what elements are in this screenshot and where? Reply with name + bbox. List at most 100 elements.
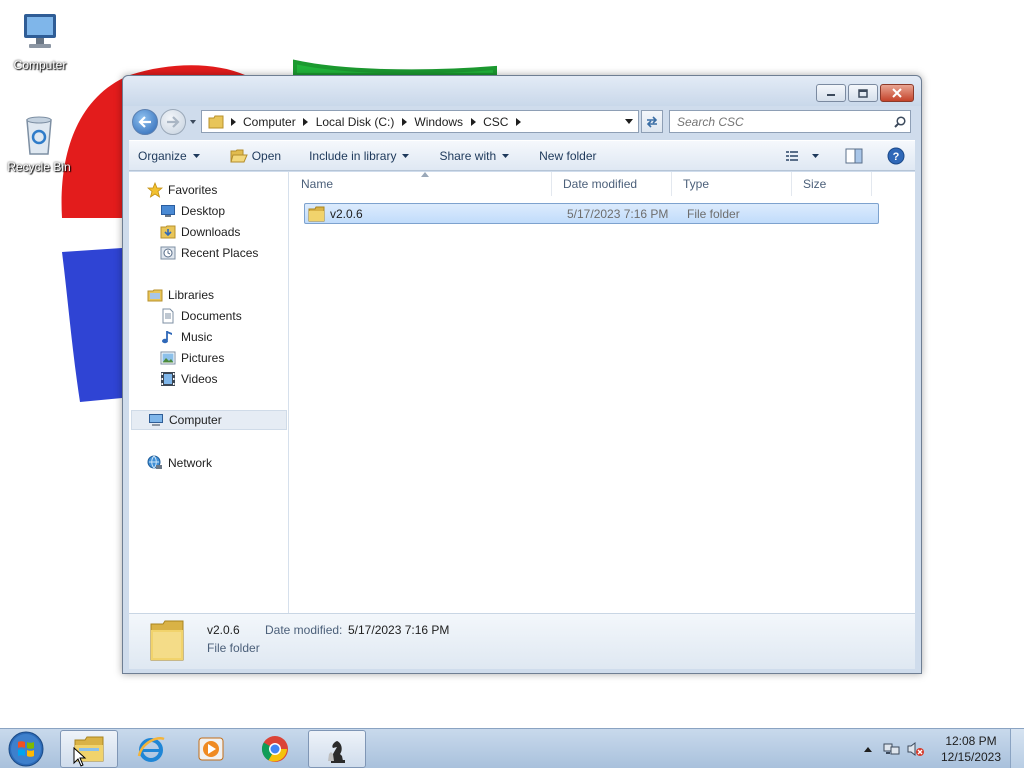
share-with-menu[interactable]: Share with xyxy=(430,141,518,170)
taskbar-internet-explorer[interactable] xyxy=(122,730,180,768)
search-box[interactable] xyxy=(669,110,911,133)
nav-network[interactable]: Network xyxy=(147,453,212,473)
maximize-button[interactable] xyxy=(848,84,878,102)
nav-downloads[interactable]: Downloads xyxy=(160,222,240,242)
chevron-right-icon[interactable] xyxy=(467,111,479,132)
refresh-icon xyxy=(646,115,658,128)
search-icon[interactable] xyxy=(890,115,910,128)
preview-pane-icon xyxy=(845,148,863,163)
address-history-dropdown[interactable] xyxy=(620,111,638,132)
column-header-date-modified[interactable]: Date modified xyxy=(552,172,672,196)
chevron-down-icon xyxy=(402,153,410,158)
network-icon xyxy=(147,455,162,469)
include-in-library-label: Include in library xyxy=(309,148,397,163)
videos-icon xyxy=(161,372,175,386)
network-status-icon xyxy=(883,743,900,755)
open-button[interactable]: Open xyxy=(221,141,290,170)
chevron-right-icon[interactable] xyxy=(512,111,524,132)
minimize-button[interactable] xyxy=(816,84,846,102)
breadcrumb-csc[interactable]: CSC xyxy=(479,111,512,132)
new-folder-button[interactable]: New folder xyxy=(530,141,605,170)
svg-text:?: ? xyxy=(893,151,900,163)
clock-date: 12/15/2023 xyxy=(940,750,1002,764)
view-list-icon xyxy=(786,150,798,161)
nav-libraries[interactable]: Libraries xyxy=(147,285,214,305)
taskbar-media-player[interactable] xyxy=(182,730,240,768)
internet-explorer-icon xyxy=(137,737,165,762)
chevron-right-icon[interactable] xyxy=(227,111,239,132)
nav-recent-places[interactable]: Recent Places xyxy=(160,243,258,263)
volume-button[interactable] xyxy=(906,739,926,759)
file-name: v2.0.6 xyxy=(330,206,363,221)
address-bar[interactable]: Computer Local Disk (C:) Windows CSC xyxy=(201,110,639,133)
breadcrumb-windows[interactable]: Windows xyxy=(410,111,467,132)
column-header-type[interactable]: Type xyxy=(672,172,792,196)
organize-label: Organize xyxy=(138,148,187,163)
column-header-size[interactable]: Size xyxy=(792,172,872,196)
close-button[interactable] xyxy=(880,84,914,102)
taskbar-chess-titans[interactable] xyxy=(308,730,366,768)
refresh-button[interactable] xyxy=(641,110,663,133)
music-icon xyxy=(162,331,172,344)
volume-muted-icon xyxy=(907,742,924,756)
desktop-computer-shortcut[interactable]: Computer xyxy=(2,8,78,72)
network-status-button[interactable] xyxy=(882,739,902,759)
breadcrumb-local-disk[interactable]: Local Disk (C:) xyxy=(312,111,399,132)
nav-favorites[interactable]: Favorites xyxy=(147,180,217,200)
chevron-down-icon xyxy=(192,153,200,158)
organize-menu[interactable]: Organize xyxy=(129,141,209,170)
help-icon: ? xyxy=(887,147,905,164)
nav-label: Network xyxy=(168,456,213,470)
breadcrumb-computer[interactable]: Computer xyxy=(239,111,300,132)
desktop-icon xyxy=(161,205,175,217)
minimize-icon xyxy=(827,94,835,96)
chevron-up-icon xyxy=(864,746,872,752)
show-desktop-button[interactable] xyxy=(1010,729,1024,768)
nav-music[interactable]: Music xyxy=(160,327,212,347)
nav-label: Computer xyxy=(169,413,222,427)
help-button[interactable]: ? xyxy=(883,145,909,167)
chevron-down-icon xyxy=(812,153,819,158)
taskbar-windows-explorer[interactable] xyxy=(60,730,118,768)
start-button[interactable] xyxy=(6,730,46,768)
preview-pane-button[interactable] xyxy=(841,145,867,167)
back-button[interactable] xyxy=(132,109,158,135)
computer-icon xyxy=(149,414,163,426)
nav-label: Documents xyxy=(181,309,242,323)
search-input[interactable] xyxy=(670,111,890,132)
navigation-pane: Favorites Desktop Downloads Recent Place… xyxy=(129,172,289,613)
desktop-icon-label: Computer xyxy=(13,58,67,72)
chevron-right-icon[interactable] xyxy=(398,111,410,132)
libraries-icon xyxy=(147,289,163,302)
nav-label: Videos xyxy=(181,372,218,386)
nav-documents[interactable]: Documents xyxy=(160,306,242,326)
nav-computer[interactable]: Computer xyxy=(131,410,287,430)
table-row[interactable]: v2.0.6 5/17/2023 7:16 PM File folder xyxy=(304,203,879,224)
forward-button[interactable] xyxy=(160,109,186,135)
view-options-dropdown[interactable] xyxy=(812,145,825,167)
chevron-right-icon[interactable] xyxy=(300,111,312,132)
chevron-down-icon xyxy=(625,119,633,124)
taskbar-chrome[interactable] xyxy=(246,730,304,768)
close-icon xyxy=(892,88,902,98)
nav-desktop[interactable]: Desktop xyxy=(160,201,225,221)
taskbar: 12:08 PM 12/15/2023 xyxy=(0,728,1024,768)
column-headers: Name Date modified Type Size xyxy=(290,172,915,196)
content-area: Favorites Desktop Downloads Recent Place… xyxy=(129,172,915,613)
nav-label: Recent Places xyxy=(181,246,259,260)
desktop-recycle-bin-shortcut[interactable]: Recycle Bin xyxy=(1,110,77,174)
title-bar[interactable] xyxy=(123,76,921,106)
nav-videos[interactable]: Videos xyxy=(160,369,217,389)
clock[interactable]: 12:08 PM 12/15/2023 xyxy=(932,733,1010,765)
include-in-library-menu[interactable]: Include in library xyxy=(300,141,418,170)
sort-ascending-icon xyxy=(421,172,429,177)
nav-label: Desktop xyxy=(181,204,226,218)
column-header-name[interactable]: Name xyxy=(290,172,552,196)
recent-pages-dropdown[interactable] xyxy=(188,117,198,127)
change-view-button[interactable] xyxy=(782,145,806,167)
nav-pictures[interactable]: Pictures xyxy=(160,348,224,368)
chrome-icon xyxy=(261,736,288,762)
details-date-modified-label: Date modified: xyxy=(265,623,343,637)
show-hidden-icons-button[interactable] xyxy=(858,739,878,759)
desktop-icon-label: Recycle Bin xyxy=(7,160,71,174)
